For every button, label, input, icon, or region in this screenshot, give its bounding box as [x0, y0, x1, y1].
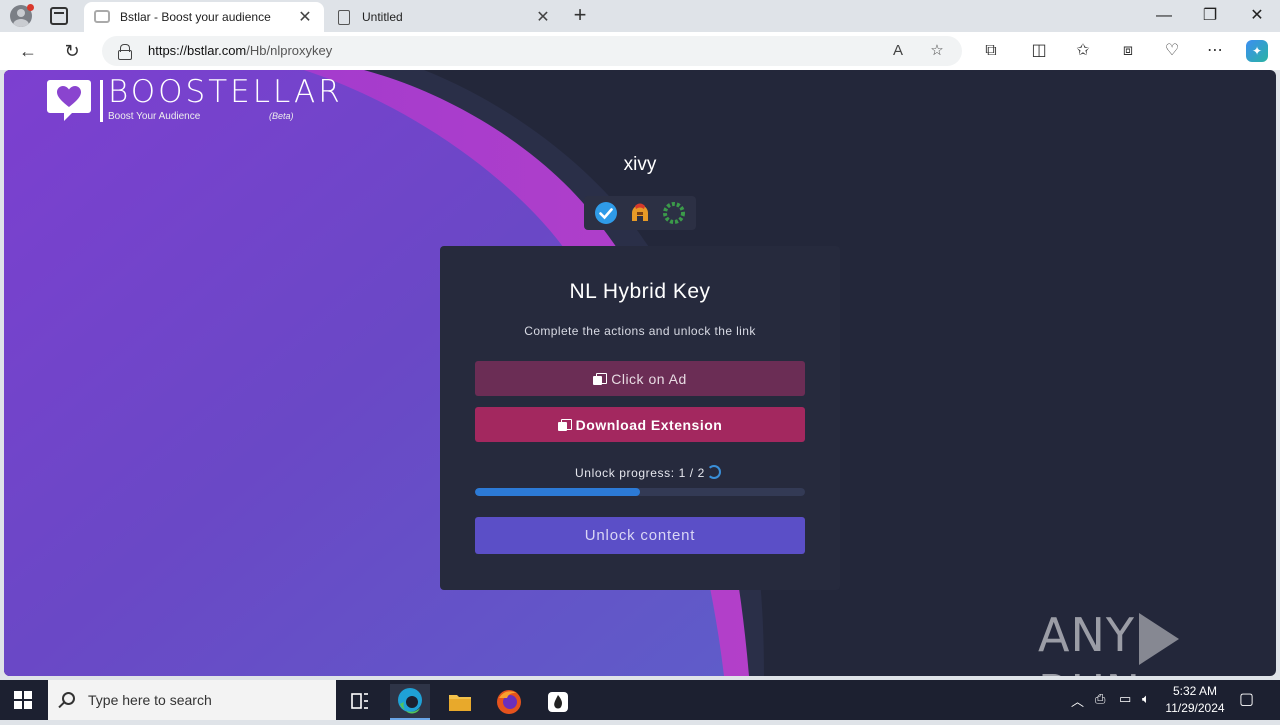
download-extension-button[interactable]: Download Extension [475, 407, 805, 442]
search-icon [62, 692, 75, 705]
watermark-right: RUN [1038, 665, 1141, 677]
page-content: BOOSTELLAR Boost Your Audience (Beta) xi… [4, 70, 1276, 676]
app-flame-icon[interactable] [538, 684, 578, 720]
logo-beta-label: (Beta) [269, 111, 294, 121]
url-host: https://bstlar.com [148, 43, 247, 58]
notifications-icon[interactable]: ▢ [1239, 689, 1254, 709]
unlock-card: NL Hybrid Key Complete the actions and u… [440, 246, 840, 590]
close-tab-icon[interactable]: ✕ [534, 7, 552, 27]
windows-start-icon[interactable] [14, 691, 32, 709]
url-path: /Hb/nlproxykey [246, 43, 333, 58]
address-bar[interactable]: https://bstlar.com/Hb/nlproxykey A ☆ [102, 36, 962, 66]
more-options-icon[interactable]: ⋯ [1204, 40, 1226, 62]
edge-app-icon[interactable] [390, 684, 430, 720]
firefox-icon[interactable] [489, 684, 529, 720]
minimize-button[interactable]: — [1141, 4, 1187, 28]
show-hidden-icons[interactable]: ︿ [1071, 691, 1084, 710]
notification-dot [27, 4, 34, 11]
anyrun-watermark: ANY RUN [1038, 608, 1276, 676]
unlock-progress-bar [475, 488, 805, 496]
favorite-star-icon[interactable]: ☆ [927, 41, 947, 61]
taskbar-search[interactable]: Type here to search [48, 680, 336, 720]
creator-username: xivy [623, 154, 657, 175]
wreath-icon [663, 202, 685, 224]
copilot-icon[interactable]: ✦ [1246, 40, 1268, 62]
tab-actions-icon[interactable] [50, 7, 68, 25]
close-window-button[interactable]: ✕ [1234, 4, 1280, 28]
restore-button[interactable]: ❐ [1187, 4, 1233, 28]
download-extension-label: Download Extension [575, 416, 723, 433]
volume-icon[interactable]: 🔈︎ [1142, 691, 1150, 707]
tab-bstlar[interactable]: Bstlar - Boost your audience ✕ [84, 2, 324, 32]
clock-date: 11/29/2024 [1165, 701, 1225, 715]
loading-spinner-icon [707, 465, 721, 479]
heart-chat-icon [47, 80, 91, 121]
browser-essentials-icon[interactable]: ♡ [1161, 40, 1183, 62]
tab-untitled[interactable]: Untitled ✕ [326, 2, 562, 32]
taskbar-clock[interactable]: 5:32 AM 11/29/2024 [1160, 683, 1230, 717]
tab-strip: Bstlar - Boost your audience ✕ Untitled … [0, 0, 1280, 32]
clock-time: 5:32 AM [1172, 684, 1218, 698]
unlock-progress-fill [475, 488, 640, 496]
logo-tagline: Boost Your Audience [108, 111, 201, 122]
helmet-icon [632, 203, 648, 221]
click-on-ad-label: Click on Ad [611, 370, 687, 387]
read-aloud-icon[interactable]: A [888, 41, 908, 61]
unlock-content-button[interactable]: Unlock content [475, 517, 805, 554]
new-tab-button[interactable]: + [568, 4, 592, 28]
favorites-icon[interactable]: ✩ [1072, 40, 1094, 62]
unlock-progress-label: Unlock progress: 1 / 2 [575, 466, 705, 480]
close-tab-icon[interactable]: ✕ [296, 7, 314, 27]
back-arrow-icon[interactable]: ← [16, 39, 40, 63]
verified-icon [595, 202, 617, 224]
copy-icon [593, 372, 608, 385]
boostellar-logo[interactable]: BOOSTELLAR Boost Your Audience (Beta) [46, 74, 340, 128]
watermark-left: ANY [1038, 608, 1135, 662]
network-icon[interactable]: ▭ [1119, 691, 1131, 707]
card-title: NL Hybrid Key [569, 280, 711, 303]
card-subtitle: Complete the actions and unlock the link [524, 324, 756, 338]
browser-toolbar: ← ↻ https://bstlar.com/Hb/nlproxykey A ☆… [0, 32, 1280, 70]
document-icon [338, 9, 350, 25]
task-view-icon[interactable] [340, 684, 380, 720]
collections-icon[interactable]: ⧈ [1117, 40, 1139, 62]
taskbar: Type here to search ︿ ⎙ ▭ 🔈︎ 5:32 AM 11/… [0, 680, 1280, 720]
file-explorer-icon[interactable] [440, 684, 480, 720]
refresh-icon[interactable]: ↻ [60, 39, 84, 63]
split-screen-icon[interactable]: ◫ [1028, 40, 1050, 62]
url-text[interactable]: https://bstlar.com/Hb/nlproxykey [148, 43, 332, 58]
lock-icon[interactable] [118, 44, 132, 60]
logo-wordmark: BOOSTELLAR [108, 74, 343, 110]
play-icon [1138, 612, 1179, 665]
tab-label: Untitled [362, 10, 403, 24]
copy-icon [557, 418, 572, 431]
tab-label: Bstlar - Boost your audience [120, 10, 271, 24]
logo-divider [100, 80, 103, 122]
taskbar-search-placeholder: Type here to search [88, 692, 212, 708]
meet-now-icon[interactable]: ⎙ [1095, 691, 1105, 707]
creator-badges [584, 196, 696, 230]
click-on-ad-button[interactable]: Click on Ad [475, 361, 805, 396]
extensions-icon[interactable]: ⧉ [980, 40, 1002, 62]
bstlar-favicon-icon [94, 10, 110, 24]
